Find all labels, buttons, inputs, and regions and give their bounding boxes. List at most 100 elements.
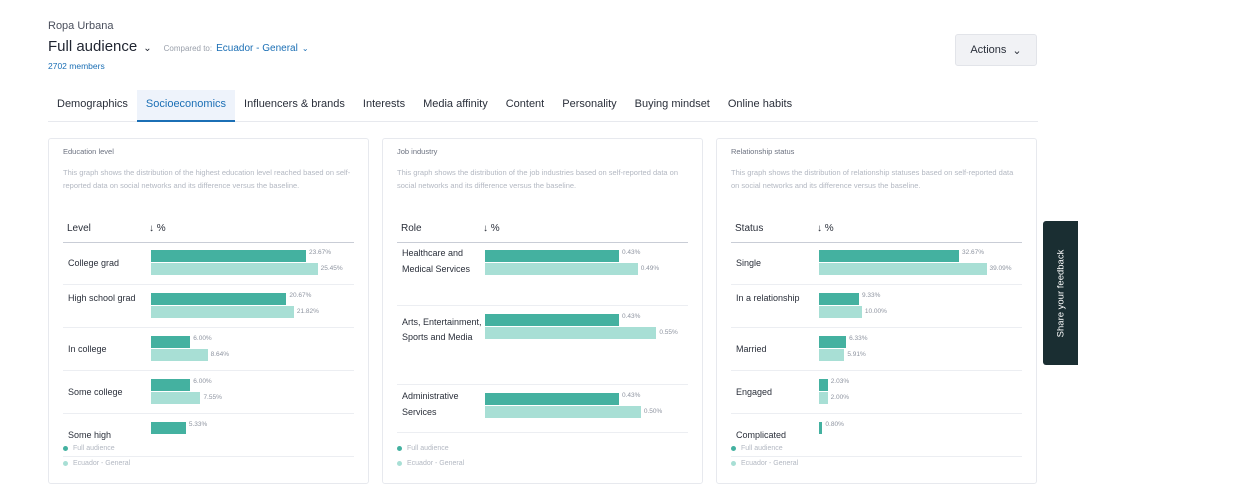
sort-percent-header[interactable]: ↓ % bbox=[149, 223, 166, 234]
bar-baseline bbox=[151, 306, 294, 318]
legend-dot-full bbox=[731, 446, 736, 451]
baseline-selector[interactable]: Ecuador - General bbox=[216, 43, 298, 54]
card-title: Relationship status bbox=[731, 147, 795, 156]
card-title: Job industry bbox=[397, 147, 438, 156]
bar-baseline bbox=[485, 327, 657, 339]
row-label: Administrative Services bbox=[402, 391, 459, 417]
section-tabs: Demographics Socioeconomics Influencers & … bbox=[48, 90, 1038, 122]
bar-full-audience bbox=[151, 336, 191, 348]
tab-buying-mindset[interactable]: Buying mindset bbox=[626, 90, 719, 122]
value-full-audience: 9.33% bbox=[861, 292, 881, 299]
row-label: High school grad bbox=[68, 293, 136, 303]
value-baseline: 39.09% bbox=[989, 265, 1012, 272]
legend-dot-baseline bbox=[397, 461, 402, 466]
bar-baseline bbox=[151, 392, 201, 404]
value-full-audience: 6.00% bbox=[193, 378, 212, 385]
bar-baseline bbox=[485, 263, 638, 275]
legend-dot-full bbox=[397, 446, 402, 451]
value-full-audience: 0.43% bbox=[622, 249, 641, 256]
table-row: College grad 23.67% 25.45% bbox=[63, 242, 354, 285]
tab-media-affinity[interactable]: Media affinity bbox=[414, 90, 497, 122]
education-level-card: Education level This graph shows the dist… bbox=[48, 138, 369, 484]
sort-percent-header[interactable]: ↓ % bbox=[483, 223, 500, 234]
bar-full-audience bbox=[819, 336, 847, 348]
tab-content[interactable]: Content bbox=[497, 90, 554, 122]
column-header-label[interactable]: Role bbox=[401, 223, 422, 234]
audience-row: Full audience ⌄ Compared to: Ecuador - G… bbox=[48, 38, 309, 55]
value-full-audience: 32.67% bbox=[962, 249, 985, 256]
value-baseline: 7.55% bbox=[203, 394, 222, 401]
value-baseline: 0.55% bbox=[659, 329, 678, 336]
value-baseline: 2.00% bbox=[830, 394, 849, 401]
value-baseline: 25.45% bbox=[320, 265, 343, 272]
actions-button[interactable]: Actions ⌄ bbox=[955, 34, 1037, 66]
card-title: Education level bbox=[63, 147, 114, 156]
bar-full-audience bbox=[151, 250, 306, 262]
chevron-down-icon: ⌄ bbox=[1012, 44, 1022, 57]
audience-selector[interactable]: Full audience bbox=[48, 38, 137, 55]
table-row: Married 6.33% 5.91% bbox=[731, 328, 1022, 371]
value-baseline: 8.64% bbox=[210, 351, 229, 358]
tab-influencers-brands[interactable]: Influencers & brands bbox=[235, 90, 354, 122]
bar-baseline bbox=[485, 406, 641, 418]
row-label: Married bbox=[736, 343, 767, 354]
sort-percent-header[interactable]: ↓ % bbox=[817, 223, 834, 234]
bar-baseline bbox=[819, 349, 845, 361]
chevron-down-icon[interactable]: ⌄ bbox=[302, 44, 309, 53]
table-row: Engaged 2.03% 2.00% bbox=[731, 371, 1022, 414]
bar-full-audience bbox=[485, 314, 619, 326]
bar-full-audience bbox=[485, 250, 619, 262]
row-label: Healthcare and Medical Services bbox=[402, 248, 471, 274]
row-label: Engaged bbox=[736, 386, 773, 397]
tab-interests[interactable]: Interests bbox=[354, 90, 414, 122]
table-row: Single 32.67% 39.09% bbox=[731, 242, 1022, 285]
row-label: Arts, Entertainment, Sports and Media bbox=[402, 316, 482, 343]
bar-full-audience bbox=[819, 250, 959, 262]
bar-baseline bbox=[151, 349, 208, 361]
row-label: Single bbox=[736, 257, 762, 268]
legend-label-baseline: Ecuador - General bbox=[407, 460, 465, 467]
members-count[interactable]: 2702 members bbox=[48, 61, 309, 71]
bar-baseline bbox=[819, 263, 987, 275]
row-label: Complicated bbox=[736, 429, 787, 440]
tab-online-habits[interactable]: Online habits bbox=[719, 90, 801, 122]
row-label: In a relationship bbox=[736, 293, 800, 303]
table-row: In college 6.00% 8.64% bbox=[63, 328, 354, 371]
value-full-audience: 5.33% bbox=[188, 421, 208, 428]
row-label: In college bbox=[68, 343, 107, 354]
table-row: High school grad 20.67% 21.82% bbox=[63, 285, 354, 328]
value-baseline: 21.82% bbox=[296, 308, 319, 315]
value-full-audience: 2.03% bbox=[830, 378, 850, 385]
table-row: Arts, Entertainment, Sports and Media 0.4… bbox=[397, 306, 688, 385]
table-row: Healthcare and Medical Services 0.43% 0.49… bbox=[397, 242, 688, 306]
value-full-audience: 0.43% bbox=[622, 313, 641, 320]
legend-full-audience: Full audience bbox=[397, 445, 449, 452]
column-header-label[interactable]: Status bbox=[735, 223, 763, 234]
chevron-down-icon[interactable]: ⌄ bbox=[143, 43, 151, 54]
legend-label-baseline: Ecuador - General bbox=[741, 460, 799, 467]
tab-socioeconomics[interactable]: Socioeconomics bbox=[136, 90, 236, 122]
legend-baseline: Ecuador - General bbox=[397, 460, 465, 467]
bar-full-audience bbox=[485, 393, 619, 405]
value-full-audience: 23.67% bbox=[309, 249, 332, 256]
row-label: College grad bbox=[68, 257, 120, 268]
value-baseline: 0.49% bbox=[640, 265, 660, 272]
value-full-audience: 6.00% bbox=[193, 335, 212, 342]
bar-baseline bbox=[819, 392, 828, 404]
share-feedback-button[interactable]: Share your feedback bbox=[1043, 221, 1078, 365]
value-full-audience: 6.33% bbox=[849, 335, 868, 342]
legend-baseline: Ecuador - General bbox=[63, 460, 131, 467]
value-full-audience: 20.67% bbox=[289, 292, 312, 299]
tab-demographics[interactable]: Demographics bbox=[48, 90, 137, 122]
row-label: Some high bbox=[68, 429, 112, 440]
column-header-label[interactable]: Level bbox=[67, 223, 91, 234]
table-row: Some college 6.00% 7.55% bbox=[63, 371, 354, 414]
card-description: This graph shows the distribution of the… bbox=[397, 168, 679, 190]
table-row: In a relationship 9.33% 10.00% bbox=[731, 285, 1022, 328]
bar-full-audience bbox=[819, 293, 859, 305]
table-row: Administrative Services 0.43% 0.50% bbox=[397, 385, 688, 433]
tab-personality[interactable]: Personality bbox=[553, 90, 625, 122]
legend-label-baseline: Ecuador - General bbox=[73, 460, 131, 467]
value-full-audience: 0.80% bbox=[825, 421, 844, 428]
bar-full-audience bbox=[151, 379, 191, 391]
